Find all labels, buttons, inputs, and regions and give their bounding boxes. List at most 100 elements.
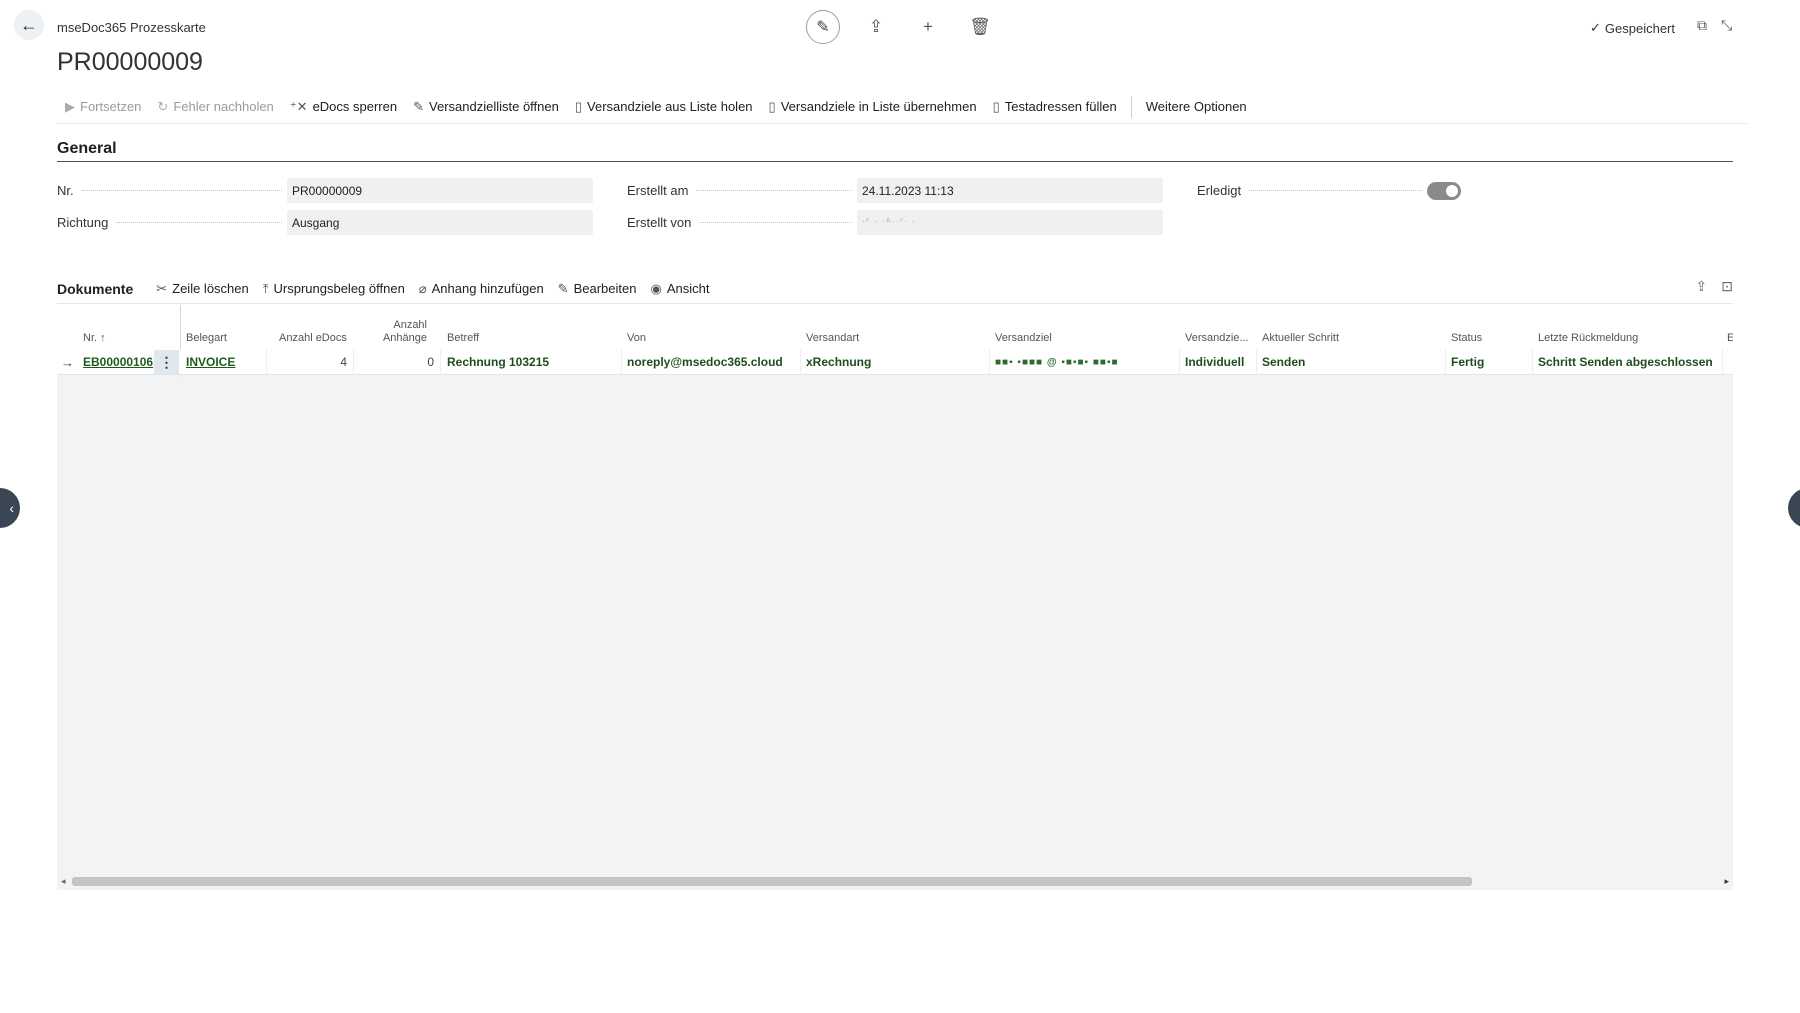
cell-anzahl-edocs[interactable]: 4 (267, 349, 354, 375)
action-label: Testadressen füllen (1004, 99, 1117, 114)
cell-von[interactable]: noreply@msedoc365.cloud (622, 349, 801, 375)
plus-icon: + (923, 17, 933, 36)
horizontal-scrollbar[interactable]: ◂ ▸ (57, 874, 1733, 888)
action-label: Zeile löschen (172, 281, 249, 296)
bearbeiten-action[interactable]: ✎ Bearbeiten (551, 281, 644, 297)
collapse-icon[interactable]: ⤡ (1721, 17, 1732, 34)
column-header-betreff[interactable]: Betreff (447, 332, 479, 345)
list-edit-icon: ✎ (413, 98, 425, 114)
scroll-right-icon[interactable]: ▸ (1724, 874, 1729, 888)
column-header-versandziel[interactable]: Versandziel (995, 332, 1052, 345)
share-button[interactable]: ⇪ (860, 11, 892, 43)
delete-button[interactable]: 🗑 (964, 11, 996, 43)
action-label: Ansicht (666, 281, 710, 296)
versandziele-in-liste-uebernehmen-action[interactable]: ▯ Versandziele in Liste übernehmen (761, 99, 985, 115)
column-header-letzte-rueckmeldung[interactable]: Letzte Rückmeldung (1538, 332, 1638, 345)
eye-icon: ◉ (650, 280, 662, 296)
back-button[interactable]: ← (14, 10, 44, 40)
page-title: PR00000009 (57, 48, 203, 76)
column-header-line: Anzahl (393, 319, 427, 331)
richtung-label: Richtung (57, 215, 282, 230)
erstellt-von-label: Erstellt von (627, 215, 852, 230)
leader-dots (699, 222, 852, 223)
cell-versandziel-typ[interactable]: Individuell (1180, 349, 1257, 375)
action-label: Fortsetzen (80, 99, 142, 114)
share-icon[interactable]: ⇪ (1696, 278, 1708, 295)
erledigt-toggle[interactable] (1427, 182, 1461, 200)
documents-grid: Nr. ↑ Belegart Anzahl eDocs Anzahl Anhän… (57, 305, 1733, 890)
fehler-nachholen-action[interactable]: ↻ Fehler nachholen (149, 99, 281, 115)
cell-status[interactable]: Fertig (1446, 349, 1533, 375)
column-header-extra[interactable]: E (1727, 332, 1733, 345)
leader-dots (116, 222, 282, 223)
cell-nr[interactable]: EB00000106 (78, 349, 154, 375)
erledigt-label: Erledigt (1197, 183, 1422, 198)
section-title-general: General (57, 140, 117, 157)
erstellt-am-field[interactable]: 24.11.2023 11:13 (857, 178, 1163, 203)
nr-field[interactable]: PR00000009 (287, 178, 593, 203)
erstellt-von-field[interactable]: ᐧᐟ ᐧ ᐧᐞᐧ ᐟᐧ ᐧ (857, 210, 1163, 235)
more-vertical-icon: ⋮ (159, 353, 174, 370)
cell-versandziel[interactable]: ■■▪ ▪■■■ @ ▪■▪■▪ ■■▪■ (990, 349, 1180, 375)
document-icon: ▯ (574, 98, 583, 114)
leader-dots (1249, 190, 1422, 191)
previous-record-button[interactable]: ‹ (0, 488, 20, 528)
cell-letzte-rueckmeldung[interactable]: Schritt Senden abgeschlossen (1533, 349, 1723, 375)
paperclip-icon: ⌀ (418, 280, 427, 296)
action-label: Bearbeiten (573, 281, 637, 296)
row-menu-button[interactable]: ⋮ (154, 350, 179, 374)
ursprungsbeleg-oeffnen-action[interactable]: ⤒ Ursprungsbeleg öffnen (256, 281, 412, 297)
column-header-belegart[interactable]: Belegart (186, 332, 227, 345)
play-icon: ▶ (65, 98, 75, 114)
trash-icon: 🗑 (969, 17, 991, 36)
column-header-versandart[interactable]: Versandart (806, 332, 859, 345)
grid-header: Nr. ↑ Belegart Anzahl eDocs Anzahl Anhän… (57, 305, 1733, 349)
share-icon: ⇪ (868, 17, 884, 36)
action-label: Fehler nachholen (173, 99, 274, 114)
chevron-left-icon: ‹ (9, 500, 14, 516)
weitere-optionen-action[interactable]: Weitere Optionen (1138, 99, 1255, 114)
scrollbar-thumb[interactable] (72, 877, 1472, 886)
erledigt-label-text: Erledigt (1197, 183, 1242, 198)
pencil-icon: ✎ (816, 19, 830, 36)
column-header-anzahl-edocs[interactable]: Anzahl eDocs (279, 332, 347, 345)
checkmark-icon: ✓ (1590, 20, 1601, 35)
refresh-icon: ↻ (157, 98, 169, 114)
scroll-left-icon[interactable]: ◂ (61, 874, 66, 888)
edocs-sperren-action[interactable]: ⁺✕ eDocs sperren (282, 99, 405, 115)
documents-right-actions: ⇪ ⊡ (1696, 278, 1733, 295)
next-record-button[interactable] (1788, 488, 1800, 528)
divider (1130, 95, 1132, 118)
cell-versandart[interactable]: xRechnung (801, 349, 990, 375)
column-header-status[interactable]: Status (1451, 332, 1482, 345)
save-status: ✓ Gespeichert (1590, 20, 1675, 36)
open-new-window-icon[interactable]: ⧉ (1697, 17, 1707, 34)
table-row[interactable]: → EB00000106 ⋮ INVOICE 4 0 Rechnung 1032… (57, 349, 1733, 375)
column-header-von[interactable]: Von (627, 332, 646, 345)
ansicht-action[interactable]: ◉ Ansicht (643, 281, 716, 297)
versandziele-aus-liste-holen-action[interactable]: ▯ Versandziele aus Liste holen (567, 99, 761, 115)
cell-aktueller-schritt[interactable]: Senden (1257, 349, 1446, 375)
leader-dots (81, 190, 282, 191)
cell-betreff[interactable]: Rechnung 103215 (442, 349, 622, 375)
edit-button[interactable]: ✎ (806, 10, 840, 44)
anhang-hinzufuegen-action[interactable]: ⌀ Anhang hinzufügen (412, 281, 551, 297)
column-header-nr[interactable]: Nr. ↑ (83, 332, 106, 345)
column-header-versandziel-typ[interactable]: Versandzie... (1185, 332, 1249, 345)
cell-belegart[interactable]: INVOICE (181, 349, 267, 375)
nr-label-text: Nr. (57, 183, 74, 198)
versandzielliste-oeffnen-action[interactable]: ✎ Versandzielliste öffnen (405, 99, 567, 115)
zeile-loeschen-action[interactable]: ✂ Zeile löschen (149, 281, 256, 297)
column-header-anzahl-anhaenge[interactable]: Anzahl Anhänge (373, 319, 427, 345)
richtung-label-text: Richtung (57, 215, 109, 230)
richtung-field[interactable]: Ausgang (287, 210, 593, 235)
fortsetzen-action[interactable]: ▶ Fortsetzen (57, 99, 149, 115)
cell-anzahl-anhaenge[interactable]: 0 (354, 349, 441, 375)
new-button[interactable]: + (912, 11, 944, 43)
testadressen-fuellen-action[interactable]: ▯ Testadressen füllen (985, 99, 1125, 115)
action-label: eDocs sperren (312, 99, 398, 114)
erstellt-am-label: Erstellt am (627, 183, 852, 198)
column-header-aktueller-schritt[interactable]: Aktueller Schritt (1262, 332, 1339, 345)
upload-icon: ⤒ (262, 280, 269, 296)
expand-icon[interactable]: ⊡ (1721, 278, 1733, 295)
